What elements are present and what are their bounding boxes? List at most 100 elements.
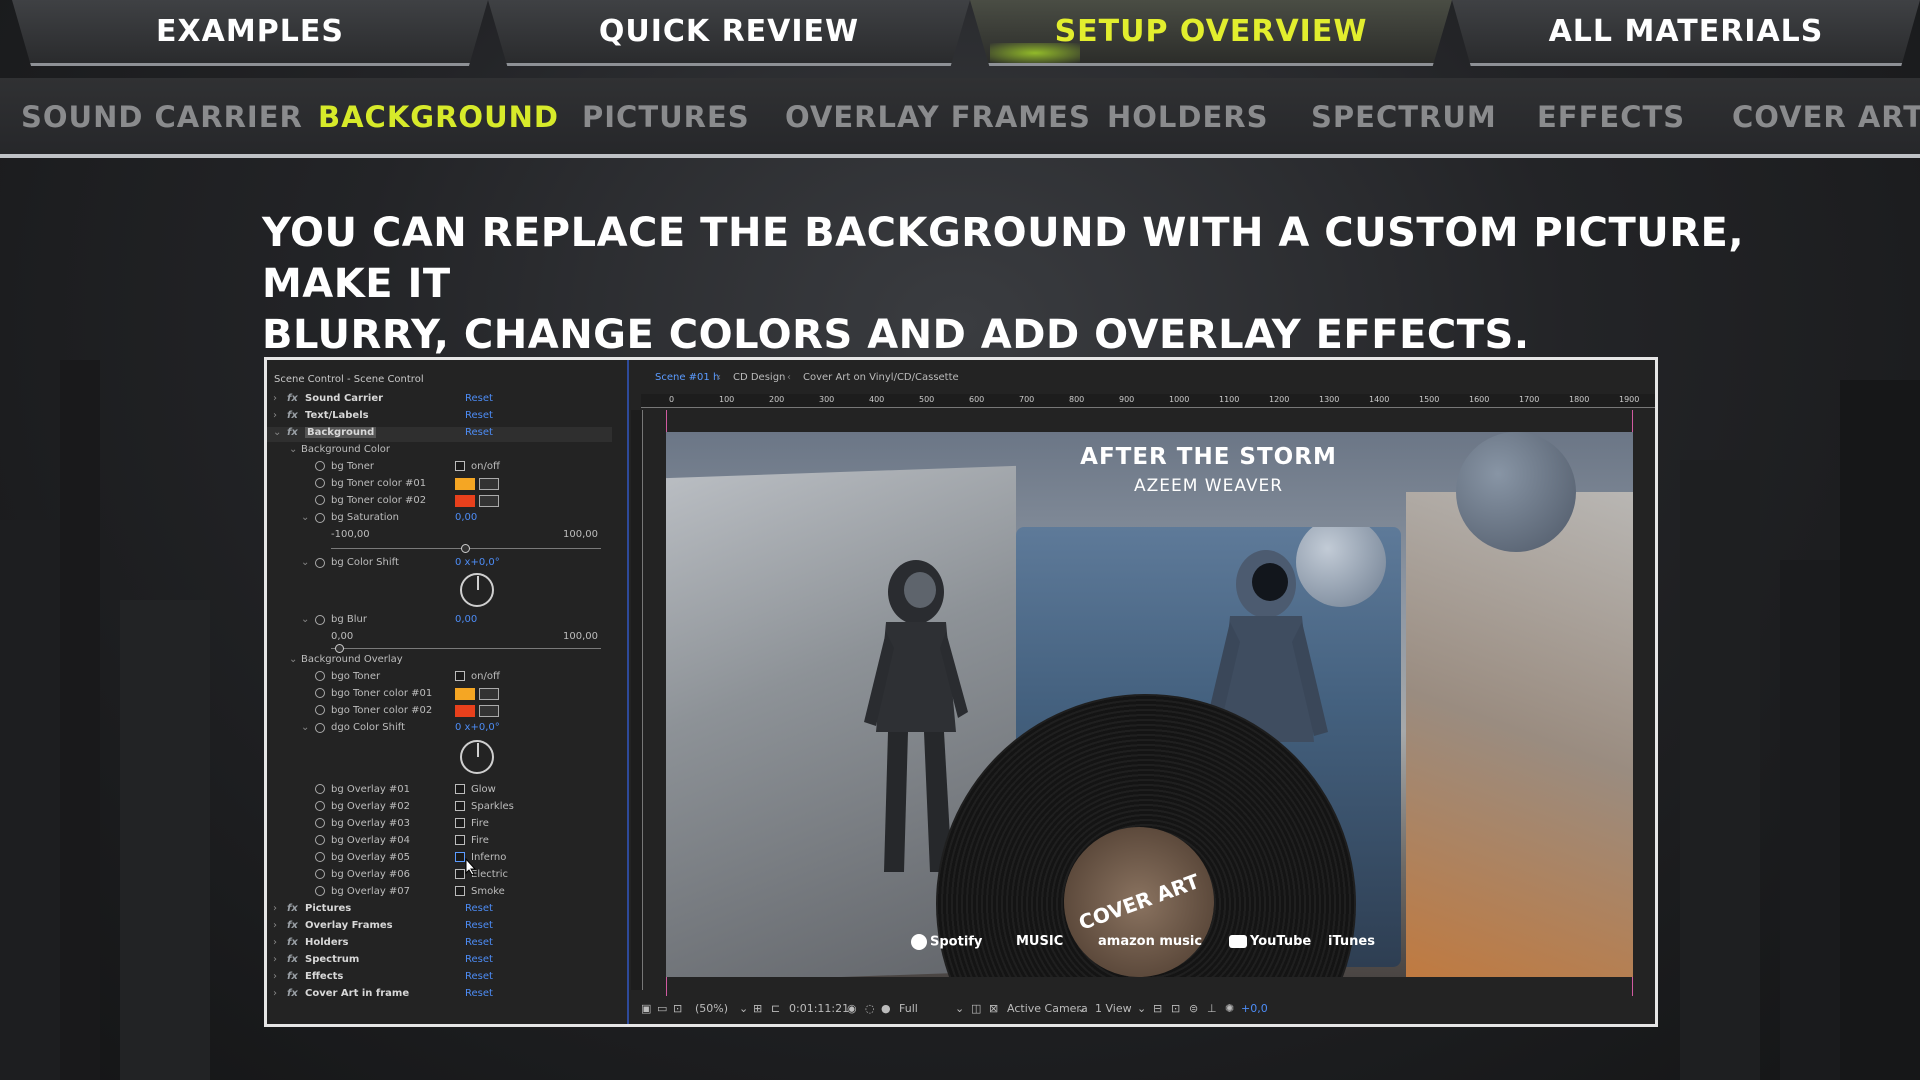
group-cover-art-in-frame[interactable]: › fx Cover Art in frame Reset — [273, 988, 623, 1002]
eyedropper-icon[interactable] — [479, 495, 499, 507]
mask-icon[interactable]: ⊏ — [771, 1002, 780, 1015]
overlay-checkbox[interactable] — [455, 869, 465, 879]
group-overlay-frames[interactable]: › fx Overlay Frames Reset — [273, 920, 623, 934]
blur-value[interactable]: 0,00 — [455, 614, 477, 625]
reset-link[interactable]: Reset — [465, 920, 493, 931]
group-holders[interactable]: › fx Holders Reset — [273, 937, 623, 951]
eyedropper-icon[interactable] — [479, 705, 499, 717]
color-swatch[interactable] — [455, 688, 475, 700]
group-sound-carrier[interactable]: › fx Sound Carrier Reset — [273, 393, 623, 407]
reset-link[interactable]: Reset — [465, 410, 493, 421]
view-layout-dropdown[interactable]: 1 View — [1095, 1002, 1132, 1015]
stopwatch-icon[interactable] — [315, 495, 325, 505]
nav-pictures[interactable]: PICTURES — [582, 100, 750, 134]
show-snapshot-icon[interactable]: ◌ — [865, 1002, 875, 1015]
nav-overlay-frames[interactable]: OVERLAY FRAMES — [785, 100, 1091, 134]
stopwatch-icon[interactable] — [315, 835, 325, 845]
stopwatch-icon[interactable] — [315, 513, 325, 523]
nav-spectrum[interactable]: SPECTRUM — [1311, 100, 1497, 134]
blur-slider-knob[interactable] — [335, 644, 344, 653]
stopwatch-icon[interactable] — [315, 723, 325, 733]
stopwatch-icon[interactable] — [315, 671, 325, 681]
fast-preview-icon[interactable]: ⊜ — [1189, 1002, 1198, 1015]
stopwatch-icon[interactable] — [315, 869, 325, 879]
chevron-down-icon[interactable]: ⌄ — [1137, 1002, 1146, 1015]
zoom-dropdown[interactable]: (50%) — [695, 1002, 728, 1015]
reset-link[interactable]: Reset — [465, 971, 493, 982]
tab-examples[interactable]: EXAMPLES — [12, 0, 488, 66]
stopwatch-icon[interactable] — [315, 461, 325, 471]
composition-canvas[interactable]: COVER ART AFTER THE STORM AZEEM WEAVER S… — [666, 432, 1633, 977]
reset-link[interactable]: Reset — [465, 393, 493, 404]
camera-icon[interactable]: ◉ — [847, 1002, 857, 1015]
chevron-down-icon[interactable]: ⌄ — [955, 1002, 964, 1015]
tab-setup-overview[interactable]: SETUP OVERVIEW — [970, 0, 1452, 66]
tab-all-materials[interactable]: ALL MATERIALS — [1452, 0, 1920, 66]
chevron-down-icon[interactable]: ⌄ — [739, 1002, 748, 1015]
timecode-display[interactable]: 0:01:11:21 — [789, 1002, 849, 1015]
nav-effects[interactable]: EFFECTS — [1537, 100, 1685, 134]
tab-cover-art[interactable]: Cover Art on Vinyl/CD/Cassette — [803, 372, 959, 383]
overlay-color-shift-dial[interactable] — [460, 740, 494, 774]
stopwatch-icon[interactable] — [315, 705, 325, 715]
overlay-checkbox[interactable] — [455, 818, 465, 828]
stopwatch-icon[interactable] — [315, 818, 325, 828]
color-shift-value[interactable]: 0 x+0,0° — [455, 557, 500, 568]
tab-cd-design[interactable]: CD Design — [733, 372, 785, 383]
color-swatch[interactable] — [455, 495, 475, 507]
reset-link[interactable]: Reset — [465, 937, 493, 948]
color-swatch[interactable] — [455, 705, 475, 717]
camera-dropdown[interactable]: Active Camera — [1007, 1002, 1088, 1015]
exposure-value[interactable]: +0,0 — [1241, 1002, 1268, 1015]
exposure-icon[interactable]: ✺ — [1225, 1002, 1234, 1015]
bg-toner-checkbox[interactable] — [455, 461, 465, 471]
nav-holders[interactable]: HOLDERS — [1107, 100, 1269, 134]
overlay-checkbox[interactable] — [455, 801, 465, 811]
reset-link[interactable]: Reset — [465, 903, 493, 914]
transparency-icon[interactable]: ⊠ — [989, 1002, 998, 1015]
stopwatch-icon[interactable] — [315, 784, 325, 794]
region-icon[interactable]: ◫ — [971, 1002, 981, 1015]
reset-exposure-icon[interactable]: ⊡ — [1171, 1002, 1180, 1015]
eyedropper-icon[interactable] — [479, 478, 499, 490]
overlay-checkbox[interactable] — [455, 852, 465, 862]
nav-background[interactable]: BACKGROUND — [318, 100, 559, 134]
color-shift-dial[interactable] — [460, 573, 494, 607]
nav-sound-carrier[interactable]: SOUND CARRIER — [21, 100, 303, 134]
preview-icon[interactable]: ⊡ — [673, 1002, 682, 1015]
flowchart-icon[interactable]: ⊥ — [1207, 1002, 1217, 1015]
resolution-dropdown[interactable]: Full — [899, 1002, 918, 1015]
group-background[interactable]: ⌄ fx Background Reset — [273, 427, 623, 441]
reset-link[interactable]: Reset — [465, 954, 493, 965]
toggle-pixel-icon[interactable]: ⊟ — [1153, 1002, 1162, 1015]
reset-link[interactable]: Reset — [465, 988, 493, 999]
group-effects[interactable]: › fx Effects Reset — [273, 971, 623, 985]
color-shift-value[interactable]: 0 x+0,0° — [455, 722, 500, 733]
nav-cover-art[interactable]: COVER ART — [1732, 100, 1920, 134]
grid-icon[interactable]: ⊞ — [753, 1002, 762, 1015]
overlay-checkbox[interactable] — [455, 886, 465, 896]
group-pictures[interactable]: › fx Pictures Reset — [273, 903, 623, 917]
group-spectrum[interactable]: › fx Spectrum Reset — [273, 954, 623, 968]
stopwatch-icon[interactable] — [315, 688, 325, 698]
bgo-toner-checkbox[interactable] — [455, 671, 465, 681]
saturation-slider-knob[interactable] — [461, 544, 470, 553]
stopwatch-icon[interactable] — [315, 886, 325, 896]
stopwatch-icon[interactable] — [315, 558, 325, 568]
color-channel-icon[interactable]: ● — [881, 1002, 891, 1015]
reset-link[interactable]: Reset — [465, 427, 493, 438]
tab-quick-review[interactable]: QUICK REVIEW — [488, 0, 970, 66]
stopwatch-icon[interactable] — [315, 478, 325, 488]
snapshot-icon[interactable]: ▣ — [641, 1002, 651, 1015]
overlay-checkbox[interactable] — [455, 835, 465, 845]
overlay-checkbox[interactable] — [455, 784, 465, 794]
color-swatch[interactable] — [455, 478, 475, 490]
chevron-down-icon[interactable]: ⌄ — [1077, 1002, 1086, 1015]
eyedropper-icon[interactable] — [479, 688, 499, 700]
saturation-value[interactable]: 0,00 — [455, 512, 477, 523]
stopwatch-icon[interactable] — [315, 801, 325, 811]
stopwatch-icon[interactable] — [315, 852, 325, 862]
tab-scene-01[interactable]: Scene #01 h — [655, 372, 719, 383]
display-icon[interactable]: ▭ — [657, 1002, 667, 1015]
stopwatch-icon[interactable] — [315, 615, 325, 625]
